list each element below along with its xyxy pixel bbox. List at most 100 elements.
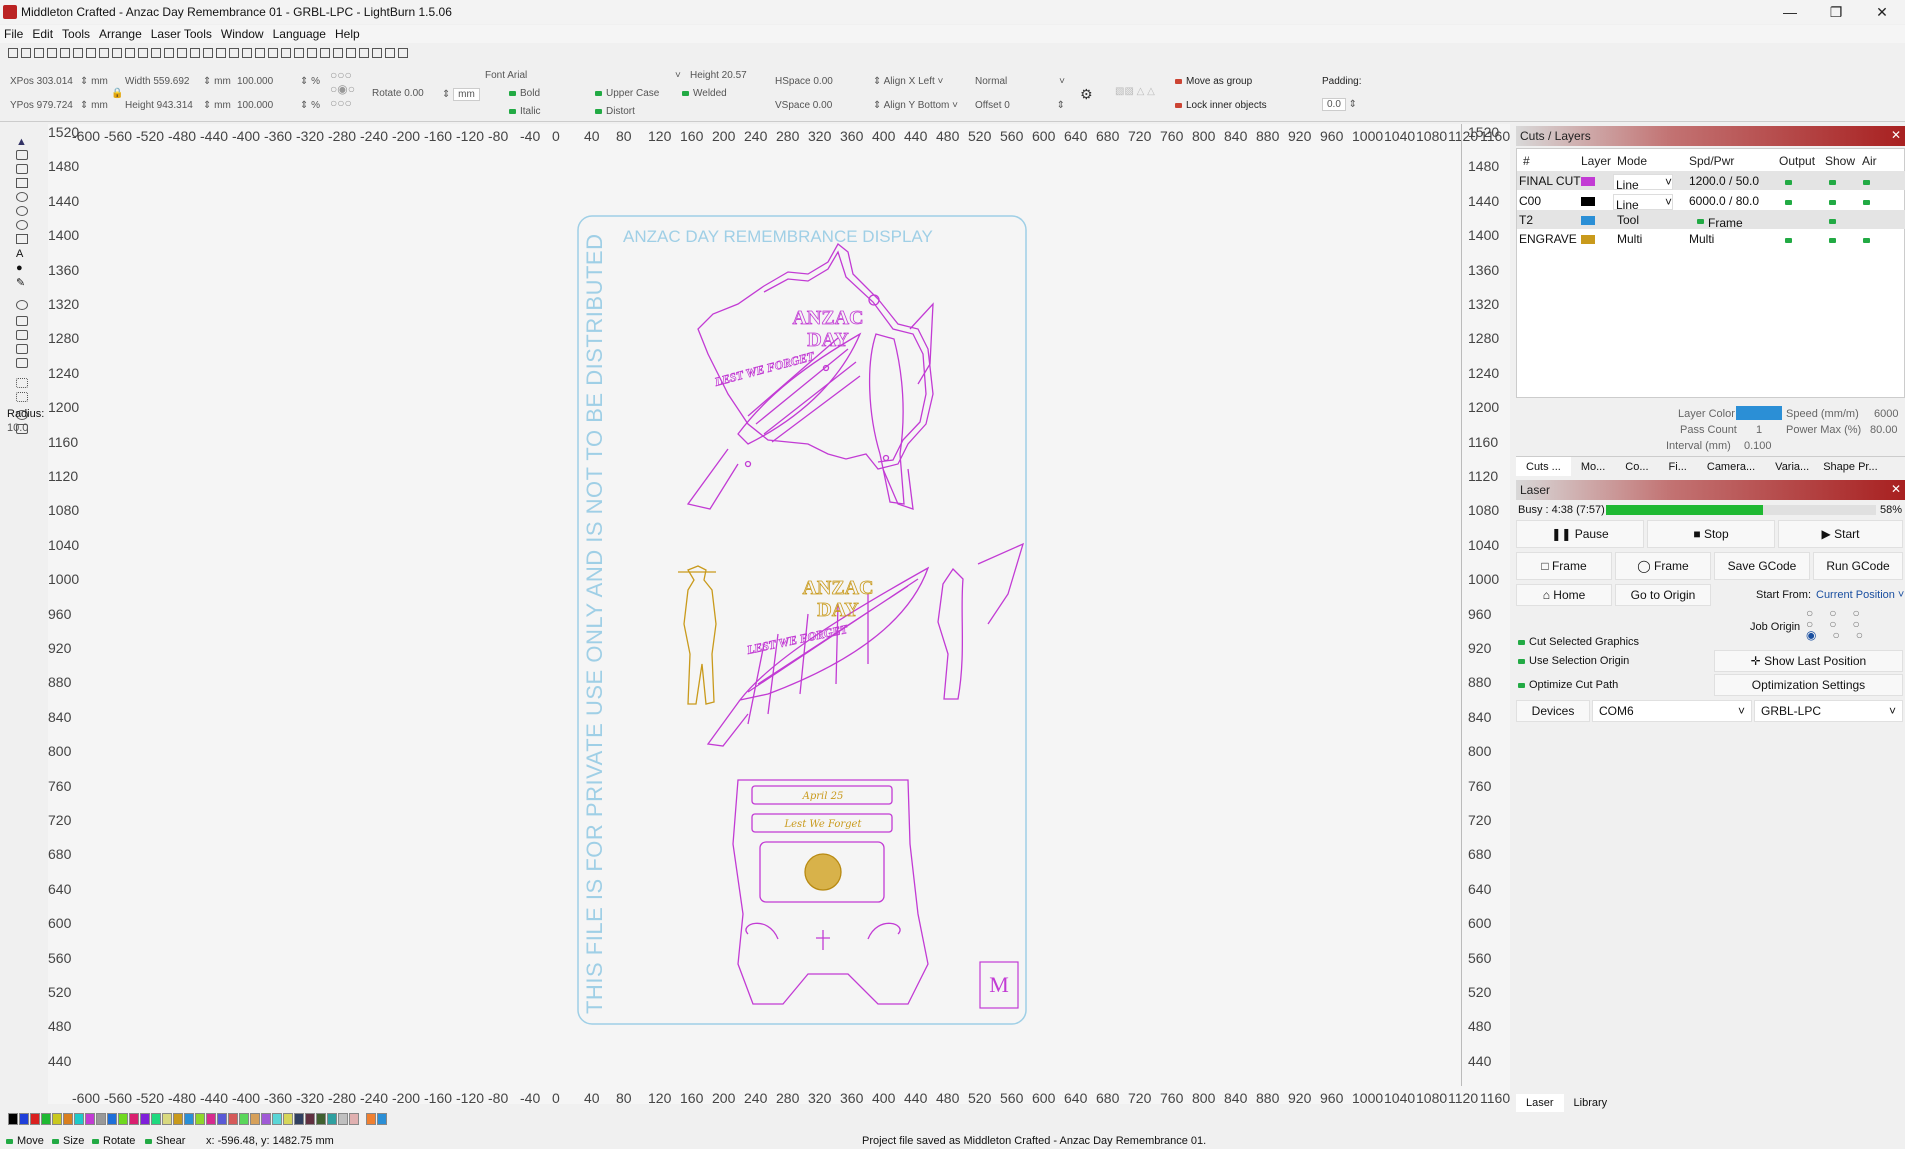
frame-tool-icon[interactable]	[16, 234, 28, 244]
move-mode[interactable]: Move	[17, 1135, 44, 1147]
palette-swatch[interactable]	[140, 1113, 150, 1125]
padding-field[interactable]: 0.0	[1322, 98, 1346, 111]
mode-select[interactable]: Line ˅	[1613, 194, 1673, 212]
palette-swatch[interactable]	[294, 1113, 304, 1125]
cut-selected-checkbox[interactable]: Cut Selected Graphics	[1529, 636, 1639, 648]
frame-circle-button[interactable]: ◯ Frame	[1615, 552, 1711, 580]
ellipse-tool-icon[interactable]	[16, 192, 28, 202]
tab-laser[interactable]: Laser	[1516, 1094, 1564, 1112]
width-field[interactable]: Width 559.692	[125, 76, 190, 87]
menu-tools[interactable]: Tools	[62, 27, 90, 41]
rotate-mode[interactable]: Rotate	[103, 1135, 135, 1147]
pass-count-value[interactable]: 1	[1756, 424, 1762, 436]
normal-select[interactable]: Normal ˅	[975, 76, 1065, 87]
devices-button[interactable]: Devices	[1516, 700, 1590, 722]
lock-inner-objects-checkbox[interactable]: Lock inner objects	[1186, 100, 1267, 111]
run-gcode-button[interactable]: Run GCode	[1813, 552, 1903, 580]
group-icon[interactable]	[242, 48, 252, 58]
boolean-intersect-icon[interactable]	[16, 358, 28, 368]
mirror-h-icon[interactable]	[294, 48, 304, 58]
start-button[interactable]: ▶ Start	[1778, 520, 1903, 548]
circle-tool-icon[interactable]	[16, 220, 28, 230]
palette-swatch[interactable]	[173, 1113, 183, 1125]
mode-select[interactable]: Line ˅	[1613, 174, 1673, 192]
layer-row[interactable]: FINAL CUT Line ˅ 1200.0 / 50.0	[1517, 171, 1905, 192]
monitor-icon[interactable]	[203, 48, 213, 58]
palette-swatch[interactable]	[305, 1113, 315, 1125]
select-tool-icon[interactable]: ▲	[16, 136, 28, 148]
palette-swatch[interactable]	[366, 1113, 376, 1125]
boolean-subtract-icon[interactable]	[16, 344, 28, 354]
paste-icon[interactable]	[112, 48, 122, 58]
tools-icon[interactable]	[229, 48, 239, 58]
save-gcode-button[interactable]: Save GCode	[1714, 552, 1810, 580]
palette-swatch[interactable]	[107, 1113, 117, 1125]
grid-array-icon[interactable]	[16, 378, 28, 388]
circular-array-icon[interactable]	[16, 392, 28, 402]
delete-icon[interactable]	[125, 48, 135, 58]
palette-swatch[interactable]	[316, 1113, 326, 1125]
open-file-icon[interactable]	[21, 48, 31, 58]
palette-swatch[interactable]	[129, 1113, 139, 1125]
pan-icon[interactable]	[138, 48, 148, 58]
palette-swatch[interactable]	[30, 1113, 40, 1125]
menu-arrange[interactable]: Arrange	[99, 27, 142, 41]
palette-swatch[interactable]	[85, 1113, 95, 1125]
align-top-icon[interactable]	[346, 48, 356, 58]
palette-swatch[interactable]	[250, 1113, 260, 1125]
tab-file-list[interactable]: Fi...	[1659, 457, 1697, 476]
rectangle-tool-icon[interactable]	[16, 178, 28, 188]
polygon-tool-icon[interactable]	[16, 206, 28, 216]
palette-swatch[interactable]	[19, 1113, 29, 1125]
nudge-icon[interactable]	[398, 48, 408, 58]
palette-swatch[interactable]	[162, 1113, 172, 1125]
line-tool-icon[interactable]	[16, 164, 28, 174]
power-max-value[interactable]: 80.00	[1870, 424, 1898, 436]
home-button[interactable]: ⌂ Home	[1516, 584, 1612, 606]
xpos-field[interactable]: XPos 303.014	[10, 76, 73, 87]
align-x-select[interactable]: Align X Left	[884, 76, 935, 87]
optimize-cut-path-checkbox[interactable]: Optimize Cut Path	[1529, 679, 1618, 691]
import-icon[interactable]	[60, 48, 70, 58]
mirror-v-icon[interactable]	[307, 48, 317, 58]
radius-field[interactable]: 10.0	[7, 422, 28, 434]
scale-x-field[interactable]: 100.000	[237, 76, 273, 87]
distort-checkbox[interactable]: Distort	[606, 106, 635, 117]
font-select[interactable]: Font Arial	[485, 70, 527, 81]
show-last-position-button[interactable]: ✛ Show Last Position	[1714, 650, 1903, 672]
tab-shape-properties[interactable]: Shape Pr...	[1819, 457, 1881, 476]
cut-icon[interactable]	[86, 48, 96, 58]
align-left-icon[interactable]	[320, 48, 330, 58]
upper-case-checkbox[interactable]: Upper Case	[606, 88, 659, 99]
palette-swatch[interactable]	[8, 1113, 18, 1125]
offset-field[interactable]: Offset 0 ⇕	[975, 100, 1065, 111]
palette-swatch[interactable]	[239, 1113, 249, 1125]
anchor-grid-icon[interactable]: ○○○ ○◉○ ○○○	[330, 68, 355, 110]
palette-swatch[interactable]	[41, 1113, 51, 1125]
bold-checkbox[interactable]: Bold	[520, 88, 540, 99]
text-tool-icon[interactable]: A	[16, 248, 28, 260]
piece-australia[interactable]: ANZAC DAY LEST WE FORGET	[686, 243, 934, 510]
palette-swatch[interactable]	[327, 1113, 337, 1125]
layer-color-swatch[interactable]	[1736, 406, 1782, 420]
ypos-field[interactable]: YPos 979.724	[10, 100, 73, 111]
ungroup-icon[interactable]	[255, 48, 265, 58]
layer-row[interactable]: C00 Line ˅ 6000.0 / 80.0	[1517, 191, 1905, 212]
layer-row[interactable]: ENGRAVE Multi Multi	[1517, 229, 1905, 248]
interval-value[interactable]: 0.100	[1744, 440, 1772, 452]
go-to-origin-button[interactable]: Go to Origin	[1615, 584, 1711, 606]
close-button[interactable]: ✕	[1859, 0, 1905, 24]
design-canvas[interactable]: -600 -560 -520 -480 -440 -400 -360 -320 -280 -240…	[48, 124, 1510, 1106]
tab-cuts[interactable]: Cuts ...	[1516, 457, 1571, 476]
palette-swatch[interactable]	[272, 1113, 282, 1125]
palette-swatch[interactable]	[228, 1113, 238, 1125]
font-height-field[interactable]: Height 20.57	[690, 70, 747, 81]
layer-row[interactable]: T2 Tool Frame	[1517, 210, 1905, 230]
palette-swatch[interactable]	[195, 1113, 205, 1125]
start-from-select[interactable]: Current Position ˅	[1816, 589, 1904, 601]
close-laser-panel-icon[interactable]: ✕	[1891, 482, 1901, 496]
design-artwork[interactable]: ANZAC DAY REMEMBRANCE DISPLAY THIS FILE …	[48, 124, 1510, 1104]
lock-ratio-icon[interactable]: 🔒	[111, 88, 123, 99]
device-select[interactable]: GRBL-LPC ˅	[1754, 700, 1903, 722]
welded-checkbox[interactable]: Welded	[693, 88, 727, 99]
